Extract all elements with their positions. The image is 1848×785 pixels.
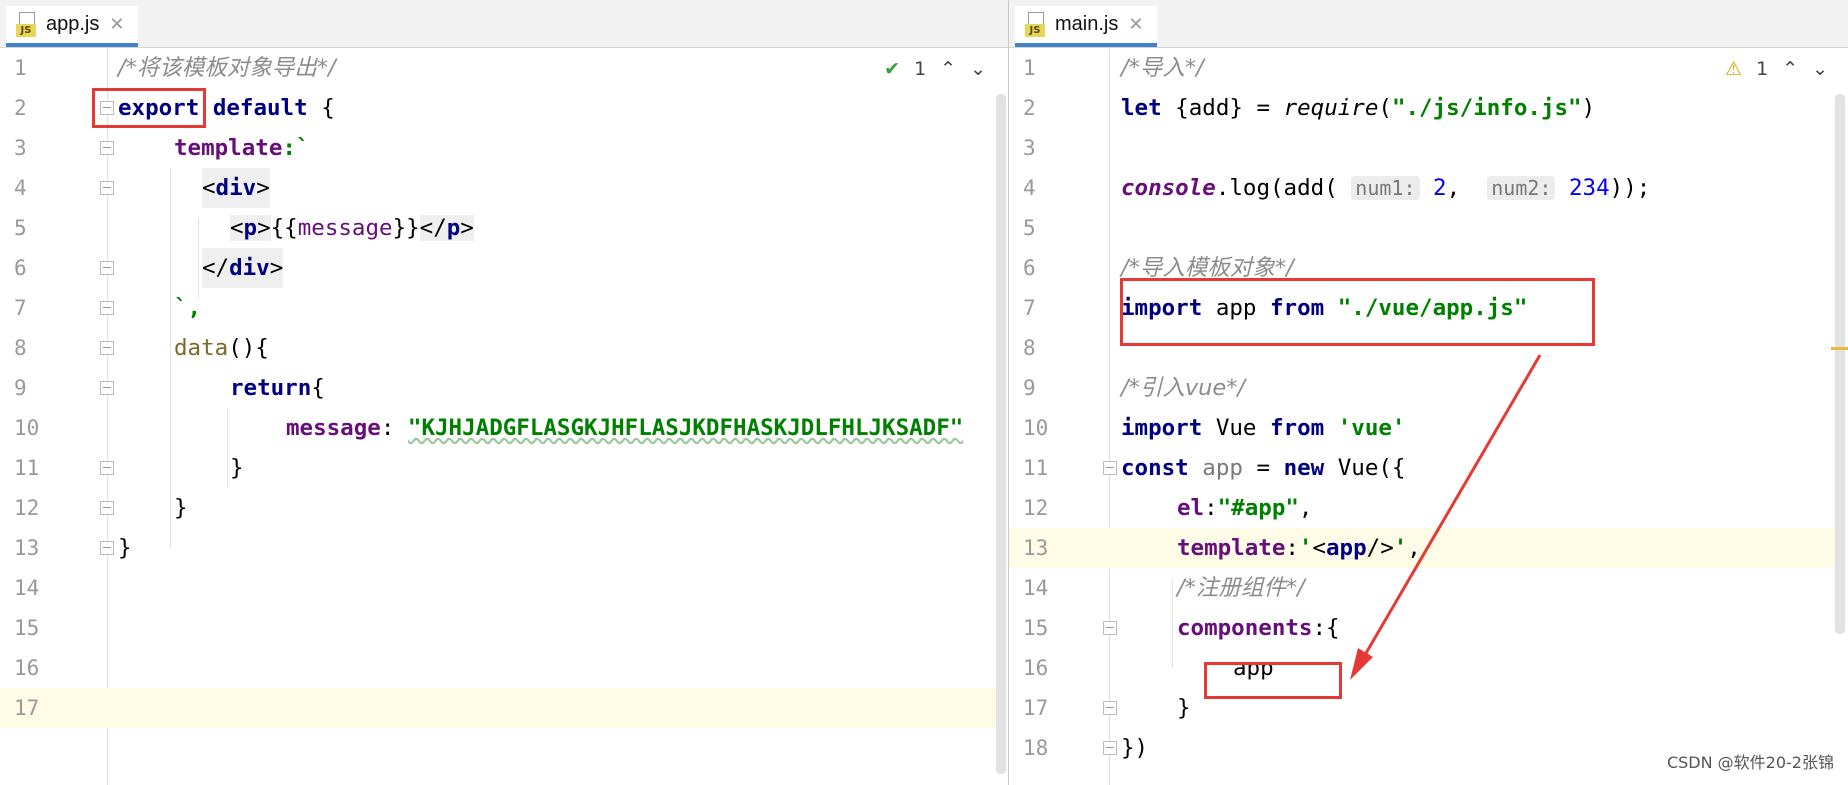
- watermark: CSDN @软件20-2张锦: [1666, 753, 1834, 772]
- annotation-arrow: [1350, 354, 1542, 680]
